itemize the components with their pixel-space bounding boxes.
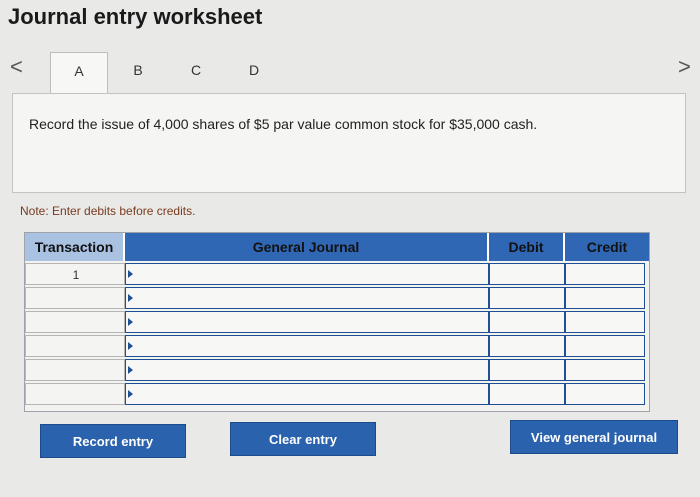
table-row	[25, 383, 649, 407]
row-marker-icon	[128, 366, 133, 374]
instruction-text: Record the issue of 4,000 shares of $5 p…	[29, 116, 538, 132]
transaction-cell	[25, 335, 125, 357]
chevron-left-icon[interactable]: <	[10, 54, 23, 80]
record-entry-button[interactable]: Record entry	[40, 424, 186, 458]
credit-input[interactable]	[565, 359, 645, 381]
table-row	[25, 287, 649, 311]
account-select[interactable]	[125, 335, 489, 357]
account-select[interactable]	[125, 263, 489, 285]
tab-d[interactable]: D	[226, 52, 282, 92]
debit-input[interactable]	[489, 383, 565, 405]
transaction-cell: 1	[25, 263, 125, 285]
journal-table: Transaction General Journal Debit Credit…	[24, 232, 650, 412]
credit-input[interactable]	[565, 383, 645, 405]
debit-input[interactable]	[489, 263, 565, 285]
table-row	[25, 359, 649, 383]
account-select[interactable]	[125, 311, 489, 333]
column-header-debit: Debit	[489, 233, 565, 261]
row-marker-icon	[128, 318, 133, 326]
credit-input[interactable]	[565, 287, 645, 309]
row-marker-icon	[128, 390, 133, 398]
instruction-panel: Record the issue of 4,000 shares of $5 p…	[12, 93, 686, 193]
debit-input[interactable]	[489, 335, 565, 357]
credit-input[interactable]	[565, 335, 645, 357]
column-header-transaction: Transaction	[25, 233, 125, 261]
table-row	[25, 335, 649, 359]
transaction-cell	[25, 311, 125, 333]
column-header-general-journal: General Journal	[125, 233, 489, 261]
transaction-cell	[25, 383, 125, 405]
note-text: Note: Enter debits before credits.	[20, 204, 196, 218]
tab-c[interactable]: C	[168, 52, 224, 92]
view-general-journal-button[interactable]: View general journal	[510, 420, 678, 454]
transaction-number: 1	[72, 268, 80, 282]
credit-input[interactable]	[565, 311, 645, 333]
chevron-right-icon[interactable]: >	[678, 54, 691, 80]
debit-input[interactable]	[489, 359, 565, 381]
page-title: Journal entry worksheet	[8, 4, 263, 29]
tab-b[interactable]: B	[110, 52, 166, 92]
account-select[interactable]	[125, 287, 489, 309]
row-marker-icon	[128, 294, 133, 302]
transaction-cell	[25, 359, 125, 381]
tab-a[interactable]: A	[50, 52, 108, 95]
debit-input[interactable]	[489, 311, 565, 333]
column-header-credit: Credit	[565, 233, 649, 261]
clear-entry-button[interactable]: Clear entry	[230, 422, 376, 456]
account-select[interactable]	[125, 383, 489, 405]
row-marker-icon	[128, 270, 133, 278]
table-row: 1	[25, 263, 649, 287]
credit-input[interactable]	[565, 263, 645, 285]
row-marker-icon	[128, 342, 133, 350]
table-row	[25, 311, 649, 335]
debit-input[interactable]	[489, 287, 565, 309]
account-select[interactable]	[125, 359, 489, 381]
transaction-cell	[25, 287, 125, 309]
